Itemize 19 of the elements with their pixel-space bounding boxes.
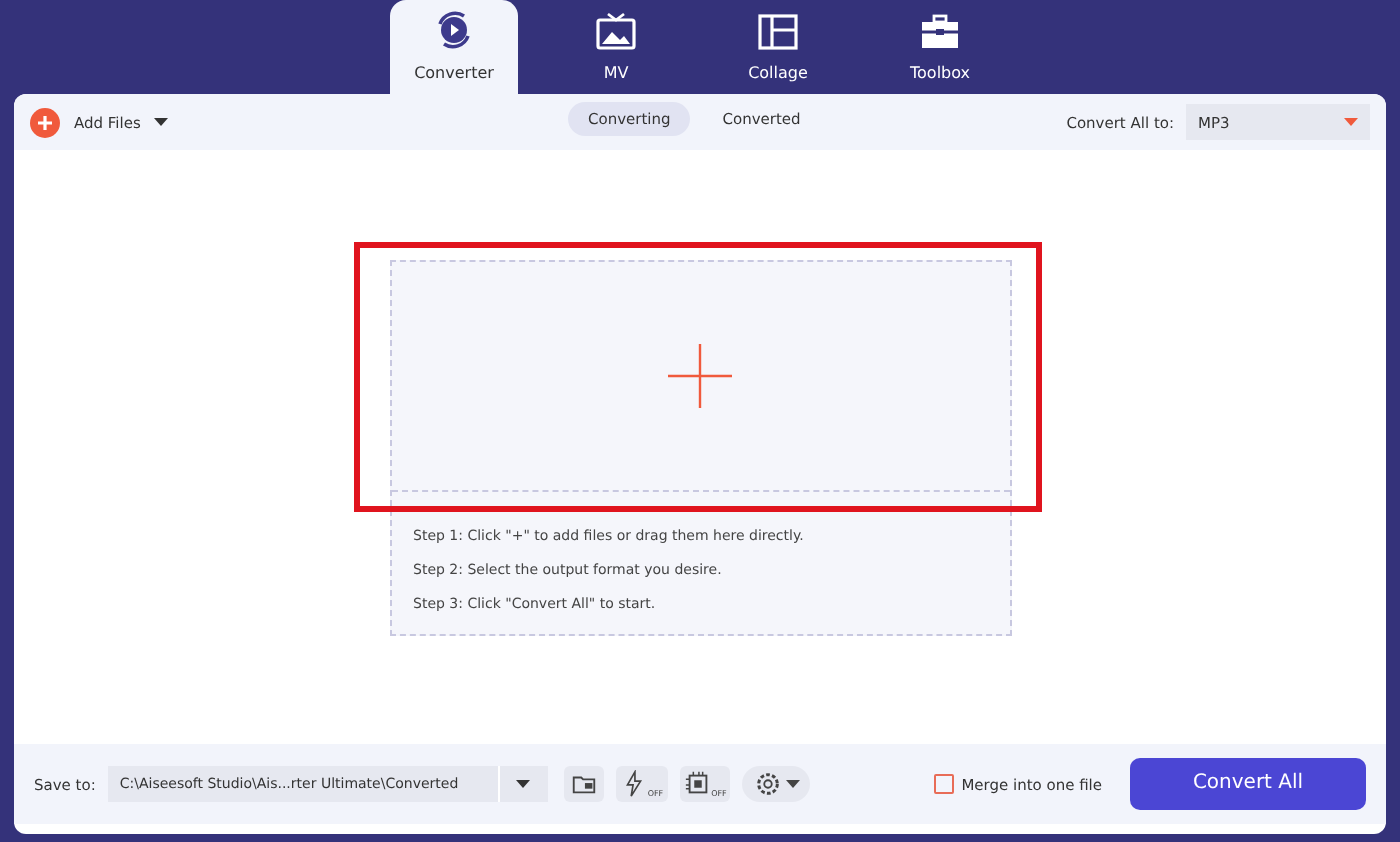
folder-button[interactable]: [563, 766, 604, 802]
caret-icon: [516, 780, 531, 788]
plus-circle-icon: [30, 107, 60, 137]
caret-icon: [785, 780, 800, 788]
layout-icon: [756, 12, 800, 52]
merge-checkbox[interactable]: [933, 774, 954, 794]
nav-tab[interactable]: Converter: [390, 0, 518, 94]
tv-icon: [594, 12, 638, 52]
nav-tab[interactable]: MV: [552, 0, 680, 94]
settings-button[interactable]: [742, 766, 811, 802]
plus-icon: [668, 344, 732, 408]
caret-icon: [154, 118, 169, 126]
chip-icon: [683, 770, 712, 798]
nav-tab[interactable]: Collage: [714, 0, 842, 94]
caret-icon: [1344, 118, 1358, 126]
nav-tab[interactable]: Toolbox: [876, 0, 1004, 94]
settings-icon: [753, 770, 782, 798]
toolbox-icon: [918, 12, 962, 52]
convert-all-button[interactable]: Convert All: [1130, 758, 1366, 810]
